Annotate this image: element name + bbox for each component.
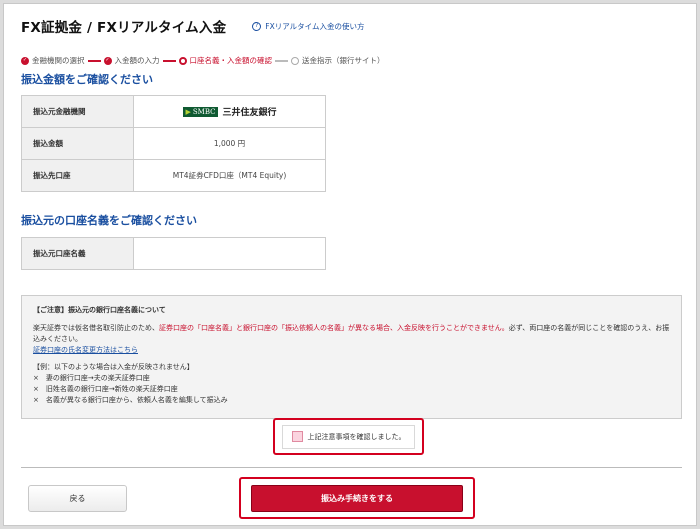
notice-heading: 【ご注意】振込元の銀行口座名義について [33, 306, 166, 314]
holder-value [133, 237, 326, 270]
bank-value: ▶ SMBC 三井住友銀行 [133, 95, 326, 128]
notice-paragraph: 楽天証券では仮名借名取引防止のため、証券口座の「口座名義」と銀行口座の「振込依頼… [33, 323, 670, 343]
destination-value: MT4証券CFD口座（MT4 Equity) [133, 159, 326, 192]
amount-label: 振込金額 [21, 127, 134, 160]
section-title-amount: 振込金額をご確認ください [21, 73, 153, 86]
table-row: 振込元金融機関 ▶ SMBC 三井住友銀行 [21, 95, 326, 128]
help-link[interactable]: ? FXリアルタイム入金の使い方 [252, 21, 365, 32]
holder-info-table: 振込元口座名義 [21, 237, 326, 270]
table-row: 振込元口座名義 [21, 237, 326, 270]
current-step-icon [178, 56, 187, 65]
step-select-bank: ✓ 金融機関の選択 [21, 55, 85, 66]
page-header: FX証拠金 / FXリアルタイム入金 ? FXリアルタイム入金の使い方 [21, 16, 365, 36]
pending-step-icon [291, 56, 299, 65]
divider [21, 467, 682, 468]
confirm-checkbox[interactable] [291, 431, 303, 442]
help-link-label: FXリアルタイム入金の使い方 [265, 21, 365, 31]
smbc-logo-icon: ▶ SMBC [182, 106, 219, 117]
table-row: 振込金額 1,000 円 [21, 127, 326, 160]
step-bank-site: 送金指示（銀行サイト） [291, 55, 385, 66]
confirm-checkbox-row[interactable]: 上記注意事項を確認しました。 [282, 424, 415, 449]
progress-steps: ✓ 金融機関の選択 ✓ 入金額の入力 口座名義・入金額の確認 送金指示（銀行サイ… [21, 55, 385, 66]
step-label: 入金額の入力 [114, 56, 160, 65]
step-label: 金融機関の選択 [32, 56, 85, 65]
check-circle-icon: ✓ [21, 56, 29, 65]
check-circle-icon: ✓ [103, 56, 112, 65]
destination-label: 振込先口座 [21, 159, 134, 192]
confirm-label: 上記注意事項を確認しました。 [307, 432, 406, 441]
amount-value: 1,000 円 [133, 127, 326, 160]
example-item: × 名義が異なる銀行口座から、依頼人名義を編集して振込み [33, 395, 228, 404]
step-connector [162, 59, 176, 62]
step-confirm: 口座名義・入金額の確認 [178, 55, 273, 66]
section-title-holder: 振込元の口座名義をご確認ください [21, 214, 197, 227]
help-circle-icon: ? [252, 21, 262, 31]
step-connector [87, 59, 101, 62]
transfer-info-table: 振込元金融機関 ▶ SMBC 三井住友銀行 振込金額 1,000 円 振込先口座 … [21, 95, 326, 192]
holder-label: 振込元口座名義 [21, 237, 134, 270]
bank-label: 振込元金融機関 [21, 95, 134, 128]
notice-warning-text: 証券口座の「口座名義」と銀行口座の「振込依頼人の名義」が異なる場合、入金反映を行… [159, 323, 509, 332]
example-item: × 妻の銀行口座→夫の楽天証券口座 [33, 374, 150, 383]
step-label: 口座名義・入金額の確認 [189, 56, 273, 65]
bank-logo: ▶ SMBC 三井住友銀行 [182, 105, 277, 118]
page-title: FX証拠金 / FXリアルタイム入金 [21, 20, 227, 36]
example-heading: 【例：以下のような場合は入金が反映されません】 [33, 363, 194, 372]
submit-transfer-button[interactable]: 振込み手続きをする [251, 484, 463, 512]
caution-notice: 【ご注意】振込元の銀行口座名義について 楽天証券では仮名借名取引防止のため、証券… [21, 295, 682, 419]
step-enter-amount: ✓ 入金額の入力 [103, 55, 160, 66]
name-change-link[interactable]: 証券口座の氏名変更方法はこちら [33, 346, 138, 354]
step-connector [275, 59, 288, 62]
example-item: × 旧姓名義の銀行口座→新姓の楽天証券口座 [33, 385, 178, 394]
table-row: 振込先口座 MT4証券CFD口座（MT4 Equity) [21, 159, 326, 192]
bank-name: 三井住友銀行 [222, 108, 277, 118]
step-label: 送金指示（銀行サイト） [302, 56, 385, 65]
confirm-highlight: 上記注意事項を確認しました。 [273, 418, 424, 455]
page-frame: FX証拠金 / FXリアルタイム入金 ? FXリアルタイム入金の使い方 ✓ 金融… [3, 3, 697, 526]
back-button[interactable]: 戻る [28, 485, 127, 512]
submit-highlight: 振込み手続きをする [239, 477, 475, 519]
